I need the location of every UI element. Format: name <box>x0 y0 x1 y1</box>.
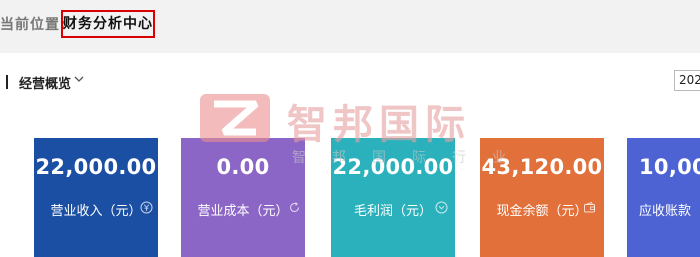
card-value: 10,00 <box>639 155 700 179</box>
wallet-icon <box>584 201 595 213</box>
card-revenue[interactable]: 22,000.00 营业收入（元） <box>34 138 158 257</box>
card-receivables[interactable]: 10,00 应收账款 <box>627 138 700 257</box>
breadcrumb-current[interactable]: 财务分析中心 <box>61 10 155 38</box>
card-label: 应收账款 <box>639 204 692 219</box>
date-picker-input[interactable]: 2023 <box>674 70 700 91</box>
section-title[interactable]: 经营概览 <box>19 73 71 92</box>
section-accent-bar <box>6 75 8 89</box>
card-value: 0.00 <box>216 155 270 179</box>
card-value: 43,120.00 <box>481 155 603 179</box>
card-value: 22,000.00 <box>332 155 454 179</box>
breadcrumb-prefix: 当前位置: <box>0 17 67 33</box>
card-cash-balance[interactable]: 43,120.00 现金余额（元） <box>480 138 604 257</box>
rotate-icon <box>290 202 300 213</box>
top-bar: 当前位置: 财务分析中心 <box>0 0 700 53</box>
chevron-down-icon[interactable] <box>72 72 86 86</box>
chevron-circle-icon <box>435 201 448 214</box>
card-cost[interactable]: 0.00 营业成本（元） <box>181 138 305 257</box>
yen-circle-icon <box>140 201 153 214</box>
card-label: 营业成本（元） <box>197 204 289 219</box>
card-value: 22,000.00 <box>35 155 157 179</box>
card-gross-profit[interactable]: 22,000.00 毛利润（元） <box>331 138 455 257</box>
